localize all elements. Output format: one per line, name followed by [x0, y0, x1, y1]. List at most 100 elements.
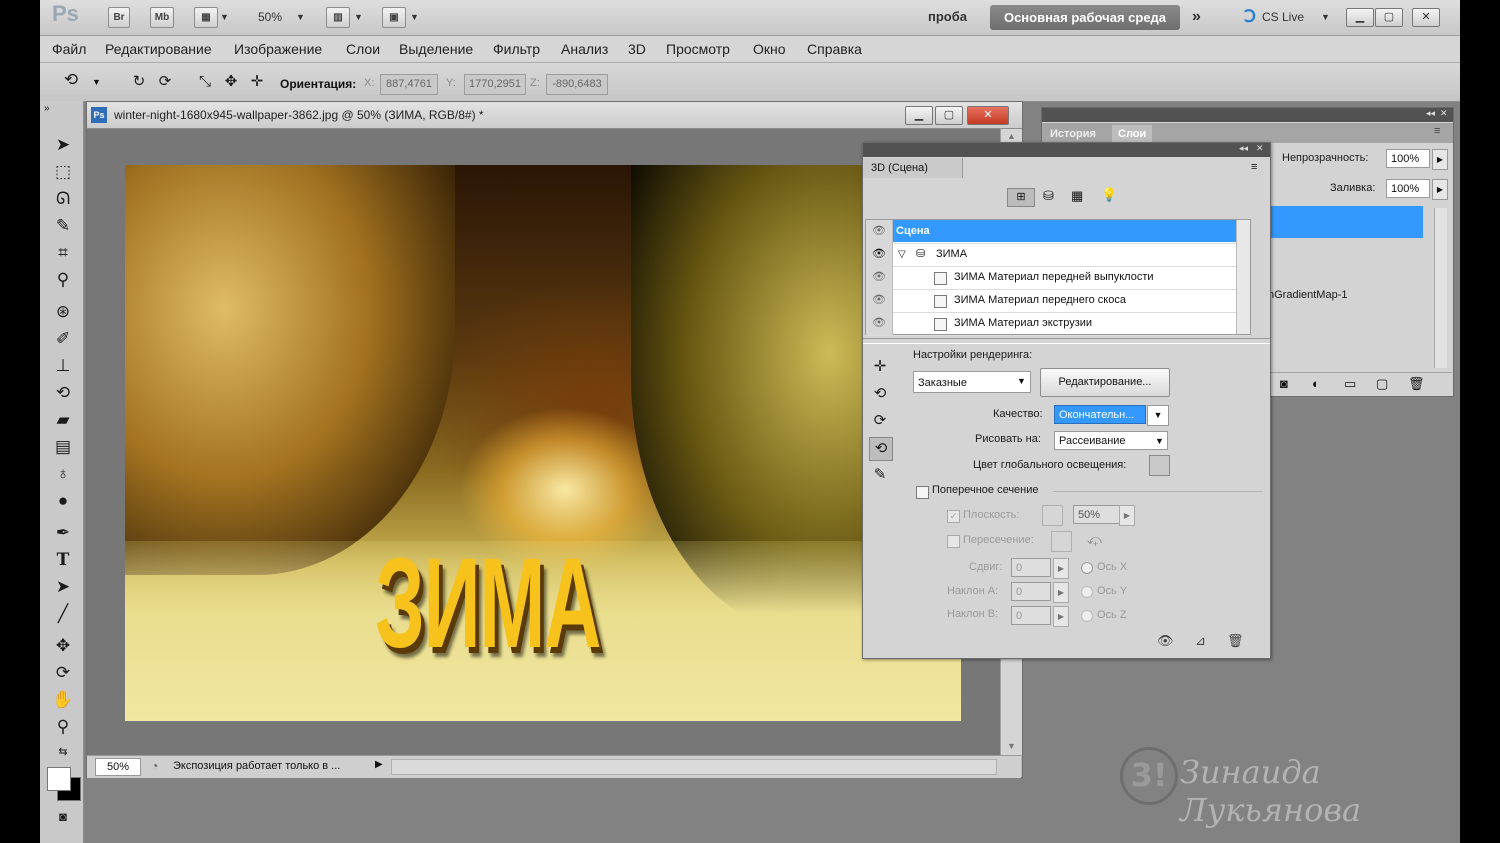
delete-light-icon[interactable]: 🗑 — [1227, 633, 1244, 649]
layer-gradient-map-name[interactable]: nGradientMap-1 — [1268, 289, 1348, 301]
menu-3d[interactable]: 3D — [628, 41, 646, 57]
3d-scale-icon[interactable]: ✛ — [246, 71, 268, 93]
plane-checkbox[interactable]: ✓ — [947, 510, 960, 523]
arrange-dropdown-icon[interactable]: ▼ — [354, 7, 363, 27]
tool-preset-dropdown-icon[interactable]: ▼ — [92, 77, 101, 87]
scroll-down-icon[interactable]: ▼ — [1007, 741, 1016, 751]
axis-y-radio[interactable] — [1081, 586, 1093, 598]
bridge-button[interactable]: Br — [108, 7, 130, 28]
menu-select[interactable]: Выделение — [399, 41, 473, 57]
cs-live-menu[interactable]: CS Live — [1262, 7, 1304, 27]
workspace-switcher-button[interactable]: Основная рабочая среда — [990, 5, 1180, 30]
draw-on-select[interactable]: Рассеивание — [1054, 431, 1168, 450]
close-3d-panel-icon[interactable]: ✕ — [1256, 143, 1264, 154]
eraser-tool-icon[interactable]: ▰ — [52, 409, 74, 431]
close-button[interactable]: ✕ — [1412, 8, 1440, 27]
adjustment-layer-icon[interactable]: ◐ — [1312, 376, 1320, 391]
clone-stamp-tool-icon[interactable]: ⊥ — [52, 355, 74, 377]
fill-arrow-icon[interactable]: ▶ — [1432, 179, 1448, 200]
delete-layer-icon[interactable]: 🗑 — [1408, 376, 1425, 392]
horizontal-scrollbar[interactable] — [391, 759, 997, 775]
meshes-filter-icon[interactable]: ⛁ — [1043, 188, 1054, 204]
3d-rotate-icon[interactable]: ↻ — [128, 71, 150, 93]
view-extras-dropdown-icon[interactable]: ▼ — [220, 7, 229, 27]
quality-dropdown-arrow[interactable]: ▼ — [1147, 405, 1169, 426]
3d-camera-tool-icon[interactable]: ⟳ — [52, 662, 74, 684]
maximize-button[interactable]: ▢ — [1375, 8, 1403, 27]
more-workspaces-icon[interactable]: » — [1192, 7, 1201, 27]
zoom-tool-icon[interactable]: ⚲ — [52, 716, 74, 738]
3d-object-rotate-icon[interactable]: ⟲ — [869, 383, 891, 405]
hand-tool-icon[interactable]: ✋ — [52, 689, 74, 711]
path-selection-tool-icon[interactable]: ➤ — [52, 576, 74, 598]
whole-scene-filter-icon[interactable]: ⊞ — [1007, 188, 1035, 207]
3d-slide-icon[interactable]: ✥ — [220, 71, 242, 93]
panel-divider[interactable] — [863, 338, 1270, 344]
3d-object-move-icon[interactable]: ✛ — [869, 356, 891, 378]
3d-pan-icon[interactable]: ⤡ — [194, 71, 216, 93]
tilt-b-field[interactable]: 0 — [1011, 606, 1051, 625]
doc-close-button[interactable]: ✕ — [967, 106, 1009, 125]
visibility-eye-icon[interactable]: 👁 — [866, 266, 893, 289]
new-light-icon[interactable]: ⊿ — [1195, 633, 1206, 649]
lasso-tool-icon[interactable]: ᘏ — [52, 188, 74, 210]
plane-opacity-arrow-icon[interactable]: ▶ — [1119, 505, 1135, 526]
scene-tree-scrollbar[interactable] — [1236, 220, 1250, 334]
axis-x-radio[interactable] — [1081, 562, 1093, 574]
tab-3d-scene[interactable]: 3D (Сцена) — [863, 158, 963, 178]
scroll-up-icon[interactable]: ▲ — [1007, 131, 1016, 141]
healing-brush-tool-icon[interactable]: ⊛ — [52, 301, 74, 323]
menu-view[interactable]: Просмотр — [666, 41, 730, 57]
3d-rotate-tool-preset-icon[interactable]: ⟲ — [60, 69, 82, 91]
cs-live-dropdown-icon[interactable]: ▼ — [1321, 7, 1330, 27]
flip-cross-section-icon[interactable]: ⤽ — [1087, 531, 1102, 548]
zoom-dropdown-icon[interactable]: ▼ — [296, 7, 305, 27]
cs-live-icon[interactable]: Ↄ — [1244, 7, 1256, 27]
menu-filter[interactable]: Фильтр — [493, 41, 540, 57]
intersection-checkbox[interactable] — [947, 535, 960, 548]
3d-camera-zoom-icon[interactable]: ✎ — [869, 464, 891, 486]
new-group-icon[interactable]: ▭ — [1344, 376, 1356, 392]
offset-field[interactable]: 0 — [1011, 558, 1051, 577]
status-menu-icon[interactable]: ▶ — [375, 759, 383, 770]
gradient-tool-icon[interactable]: ▤ — [52, 436, 74, 458]
visibility-eye-icon[interactable]: 👁 — [866, 289, 893, 312]
expand-triangle-icon[interactable]: ▽ — [898, 243, 906, 266]
marquee-tool-icon[interactable]: ⬚ — [52, 161, 74, 183]
material-row-front-inflation[interactable]: 👁 ЗИМА Материал передней выпуклости — [866, 266, 1250, 290]
lights-filter-icon[interactable]: 💡 — [1101, 187, 1117, 203]
visibility-eye-icon[interactable]: 👁 — [866, 312, 893, 335]
draw-on-dropdown-icon[interactable]: ▼ — [1155, 436, 1164, 446]
toggle-light-guides-icon[interactable]: 👁 — [1157, 633, 1174, 649]
pen-tool-icon[interactable]: ✒ — [52, 522, 74, 544]
orientation-y-field[interactable]: 1770,2951 — [464, 74, 526, 95]
mini-bridge-button[interactable]: Mb — [150, 7, 174, 28]
tilt-b-arrow-icon[interactable]: ▶ — [1053, 606, 1069, 627]
offset-arrow-icon[interactable]: ▶ — [1053, 558, 1069, 579]
brush-tool-icon[interactable]: ✐ — [52, 328, 74, 350]
status-zoom-field[interactable]: 50% — [95, 758, 141, 776]
collapse-panel-icon[interactable]: ◂◂ — [1426, 108, 1435, 119]
3d-camera-orbit-icon[interactable]: ⟲ — [869, 437, 893, 461]
doc-minimize-button[interactable]: ▁ — [905, 106, 933, 125]
selected-layer-row[interactable] — [1268, 206, 1423, 238]
status-info-icon[interactable]: ◔ — [151, 759, 158, 773]
move-tool-icon[interactable]: ➤ — [52, 134, 74, 156]
visibility-eye-icon[interactable]: 👁 — [866, 243, 893, 266]
menu-image[interactable]: Изображение — [234, 41, 322, 57]
orientation-z-field[interactable]: -890,6483 — [546, 74, 608, 95]
close-panel-icon[interactable]: ✕ — [1440, 108, 1448, 119]
swap-colors-icon[interactable]: ⇆ — [52, 741, 74, 763]
tab-history[interactable]: История — [1044, 125, 1102, 143]
zoom-level-dropdown[interactable]: 50% — [258, 7, 282, 27]
collapse-3d-panel-icon[interactable]: ◂◂ — [1239, 143, 1248, 154]
axis-z-radio[interactable] — [1081, 610, 1093, 622]
render-preset-select[interactable]: Заказные — [913, 371, 1031, 393]
plane-color-swatch[interactable] — [1042, 505, 1063, 526]
3d-roll-icon[interactable]: ⟳ — [154, 71, 176, 93]
menu-edit[interactable]: Редактирование — [105, 41, 212, 57]
collapse-tools-icon[interactable]: » — [44, 103, 50, 114]
eyedropper-tool-icon[interactable]: ⚲ — [52, 269, 74, 291]
preset-dropdown-icon[interactable]: ▼ — [1017, 376, 1026, 386]
tilt-a-field[interactable]: 0 — [1011, 582, 1051, 601]
